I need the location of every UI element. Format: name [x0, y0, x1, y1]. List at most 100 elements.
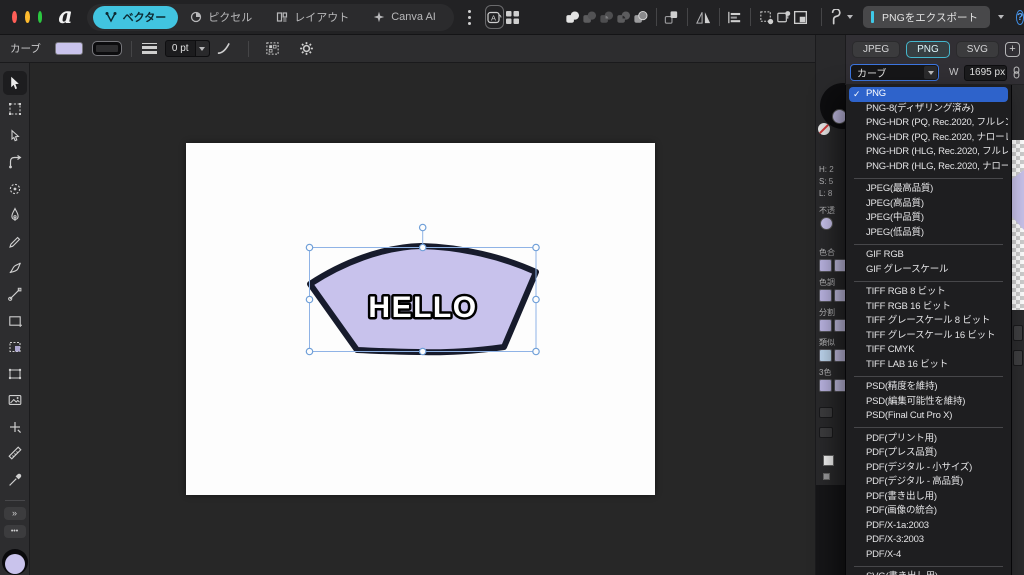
- add-node-tool[interactable]: [3, 415, 27, 439]
- isolate-button[interactable]: [263, 39, 283, 59]
- node-tool[interactable]: [3, 124, 27, 148]
- format-option[interactable]: JPEG(高品質): [849, 197, 1008, 212]
- format-option[interactable]: PSD(編集可能性を維持): [849, 395, 1008, 410]
- format-select[interactable]: カーブ: [850, 64, 939, 81]
- lock-aspect-button[interactable]: [1011, 65, 1022, 80]
- format-option[interactable]: PNG-8(ディザリング済み): [849, 102, 1008, 117]
- format-option[interactable]: JPEG(低品質): [849, 226, 1008, 241]
- artboard-tool[interactable]: [3, 97, 27, 121]
- tab-layout-persona[interactable]: レイアウト: [264, 6, 361, 29]
- format-option[interactable]: ✓PNG: [849, 87, 1008, 102]
- active-color-swatch[interactable]: [832, 109, 845, 124]
- layer-thumbnail[interactable]: [823, 473, 830, 480]
- language-button[interactable]: A: [485, 5, 504, 29]
- scheme-swatch[interactable]: [834, 349, 845, 362]
- boolean-divide-button[interactable]: [632, 5, 649, 29]
- snap-to-point-toggle[interactable]: [775, 5, 792, 29]
- window-close-button[interactable]: [12, 11, 17, 23]
- format-option[interactable]: PNG-HDR (PQ, Rec.2020, フルレンジ): [849, 116, 1008, 131]
- pressure-profile-button[interactable]: [214, 39, 234, 59]
- scheme-swatch[interactable]: [819, 319, 832, 332]
- point-transform-tool[interactable]: [3, 177, 27, 201]
- layer-thumbnail[interactable]: [823, 455, 834, 466]
- snapping-options-chevron[interactable]: [847, 15, 853, 19]
- help-button[interactable]: ?: [1016, 10, 1024, 25]
- panel-tab-button[interactable]: [819, 407, 833, 418]
- format-option[interactable]: GIF RGB: [849, 248, 1008, 263]
- format-option[interactable]: GIF グレースケール: [849, 263, 1008, 278]
- fill-color-swatch[interactable]: [55, 42, 83, 55]
- scheme-swatch[interactable]: [819, 289, 832, 302]
- format-option[interactable]: TIFF RGB 16 ビット: [849, 300, 1008, 315]
- export-options-chevron[interactable]: [998, 15, 1004, 19]
- pencil-tool[interactable]: [3, 230, 27, 254]
- window-zoom-button[interactable]: [38, 11, 43, 23]
- apps-grid-button[interactable]: [504, 5, 521, 29]
- preset-png-button[interactable]: PNG: [906, 41, 950, 58]
- scheme-swatch[interactable]: [834, 379, 845, 392]
- shape-builder-tool[interactable]: [3, 335, 27, 359]
- boolean-add-button[interactable]: [564, 5, 581, 29]
- preset-svg-button[interactable]: SVG: [956, 41, 999, 58]
- expand-tools-button[interactable]: »: [4, 507, 26, 520]
- align-button[interactable]: [726, 5, 743, 29]
- format-option[interactable]: JPEG(中品質): [849, 211, 1008, 226]
- no-fill-swatch[interactable]: [818, 123, 830, 135]
- artboard[interactable]: [186, 143, 655, 495]
- boolean-subtract-button[interactable]: [581, 5, 598, 29]
- scheme-swatch[interactable]: [834, 259, 845, 272]
- transform-objects-toggle[interactable]: [758, 5, 775, 29]
- pen-tool[interactable]: [3, 203, 27, 227]
- stroke-width-field[interactable]: 0 pt: [165, 40, 210, 57]
- scheme-swatch[interactable]: [819, 259, 832, 272]
- canvas[interactable]: HELLO: [30, 63, 815, 575]
- format-option[interactable]: PDF(書き出し用): [849, 490, 1008, 505]
- transform-box-toggle[interactable]: [792, 5, 809, 29]
- tab-pixel-persona[interactable]: ピクセル: [178, 6, 264, 29]
- stroke-width-chevron[interactable]: [195, 41, 209, 56]
- stroke-color-swatch[interactable]: [93, 42, 121, 55]
- flip-button[interactable]: [695, 5, 712, 29]
- format-option[interactable]: PNG-HDR (PQ, Rec.2020, ナローレンジ): [849, 131, 1008, 146]
- opacity-swatch[interactable]: [820, 217, 833, 230]
- scheme-swatch[interactable]: [834, 319, 845, 332]
- format-option[interactable]: PDF(画像の統合): [849, 504, 1008, 519]
- vector-brush-tool[interactable]: [3, 256, 27, 280]
- scheme-swatch[interactable]: [834, 289, 845, 302]
- format-option[interactable]: TIFF CMYK: [849, 343, 1008, 358]
- value-stepper[interactable]: [1013, 350, 1023, 366]
- format-option[interactable]: TIFF グレースケール 8 ビット: [849, 314, 1008, 329]
- more-personas-menu[interactable]: [464, 6, 475, 29]
- tab-canva-ai[interactable]: Canva AI: [361, 6, 448, 29]
- scheme-swatch[interactable]: [819, 349, 832, 362]
- format-option[interactable]: PDF/X-4: [849, 548, 1008, 563]
- move-tool[interactable]: [3, 71, 27, 95]
- snapping-button[interactable]: [828, 5, 845, 29]
- duplicate-button[interactable]: [663, 5, 680, 29]
- format-option[interactable]: PDF(プリント用): [849, 432, 1008, 447]
- format-option[interactable]: PDF/X-1a:2003: [849, 519, 1008, 534]
- scheme-swatch[interactable]: [819, 379, 832, 392]
- format-option[interactable]: PNG-HDR (HLG, Rec.2020, フルレンジ): [849, 145, 1008, 160]
- mesh-warp-tool[interactable]: [3, 362, 27, 386]
- add-preset-button[interactable]: +: [1005, 42, 1020, 57]
- settings-button[interactable]: [297, 39, 317, 59]
- more-tools-button[interactable]: •••: [4, 525, 26, 538]
- format-option[interactable]: PSD(精度を維持): [849, 380, 1008, 395]
- preset-jpeg-button[interactable]: JPEG: [852, 41, 900, 58]
- fill-stroke-selector[interactable]: [2, 549, 28, 575]
- corner-tool[interactable]: [3, 150, 27, 174]
- rectangle-tool[interactable]: [3, 309, 27, 333]
- fill-gradient-tool[interactable]: [3, 283, 27, 307]
- format-option[interactable]: TIFF RGB 8 ビット: [849, 285, 1008, 300]
- format-option[interactable]: PNG-HDR (HLG, Rec.2020, ナローレンジ): [849, 160, 1008, 175]
- panel-tab-button[interactable]: [819, 427, 833, 438]
- measure-tool[interactable]: [3, 441, 27, 465]
- stroke-style-icon[interactable]: [142, 43, 157, 55]
- color-picker-tool[interactable]: [3, 468, 27, 492]
- export-button[interactable]: PNGをエクスポート: [863, 6, 990, 28]
- format-option[interactable]: TIFF LAB 16 ビット: [849, 358, 1008, 373]
- value-stepper[interactable]: [1013, 325, 1023, 341]
- format-select-chevron[interactable]: [924, 66, 937, 79]
- format-option[interactable]: PDF(デジタル - 小サイズ): [849, 461, 1008, 476]
